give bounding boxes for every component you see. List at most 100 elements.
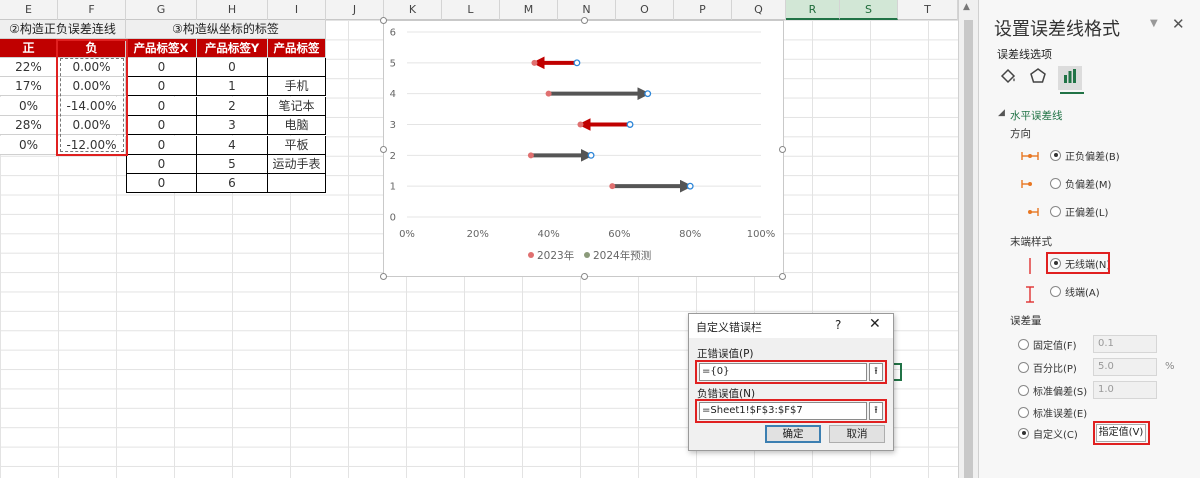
table-cell[interactable]: 0% — [0, 96, 58, 116]
chart-resize-handle-tc[interactable] — [581, 17, 588, 24]
direction-both-option[interactable]: 正负偏差(B) — [1050, 147, 1120, 163]
column-header-s[interactable]: S — [840, 0, 898, 20]
radio[interactable] — [1050, 205, 1061, 217]
scroll-up-icon[interactable]: ▲ — [963, 2, 970, 12]
column-header-o[interactable]: O — [616, 0, 674, 20]
table-cell[interactable]: 5 — [197, 155, 268, 174]
amount-stddev-option[interactable]: 标准偏差(S) — [1018, 382, 1087, 398]
highlight-specify-value — [1093, 421, 1150, 445]
amount-fixed-option[interactable]: 固定值(F) — [1018, 336, 1077, 352]
column-header-j[interactable]: J — [326, 0, 384, 20]
chart-resize-handle-tl[interactable] — [380, 17, 387, 24]
fill-line-icon[interactable] — [996, 66, 1020, 90]
radio[interactable] — [1018, 384, 1029, 396]
radio[interactable] — [1018, 338, 1029, 350]
effects-pentagon-icon[interactable] — [1026, 66, 1050, 90]
table-cell[interactable]: 0 — [126, 135, 197, 155]
amount-stderr-option[interactable]: 标准误差(E) — [1018, 404, 1087, 420]
table-cell[interactable]: 3 — [197, 116, 268, 136]
header-label[interactable]: 产品标签 — [268, 39, 326, 58]
vertical-scrollbar[interactable]: ▲ — [958, 0, 978, 478]
bar-chart-options-icon[interactable] — [1058, 66, 1082, 90]
table-cell[interactable]: 6 — [197, 174, 268, 194]
fixed-value-input[interactable]: 0.1 — [1093, 335, 1157, 353]
horizontal-error-bar-section[interactable]: 水平误差线 — [1010, 108, 1063, 123]
chart-resize-handle-br[interactable] — [779, 273, 786, 280]
custom-error-bars-dialog[interactable]: 自定义错误栏 ? ✕ 正错误值(P) ={0} ⭱ 负错误值(N) =Sheet… — [688, 313, 894, 451]
amount-custom-option[interactable]: 自定义(C) — [1018, 425, 1078, 441]
table-cell[interactable] — [268, 58, 326, 77]
ok-button[interactable]: 确定 — [765, 425, 821, 443]
spreadsheet[interactable]: E F G H I J K L M N O P Q R S T ②构造正负误差连… — [0, 0, 958, 478]
end-style-cap-option[interactable]: 线端(A) — [1050, 283, 1100, 299]
table-cell[interactable]: 0 — [126, 77, 197, 97]
stddev-value-input[interactable]: 1.0 — [1093, 381, 1157, 399]
table-cell[interactable]: 17% — [0, 77, 58, 97]
column-header-m[interactable]: M — [500, 0, 558, 20]
table-cell[interactable]: 0% — [0, 135, 58, 155]
column-header-n[interactable]: N — [558, 0, 616, 20]
close-icon[interactable]: ✕ — [1172, 15, 1185, 33]
chart-resize-handle-ml[interactable] — [380, 146, 387, 153]
scatter-chart[interactable]: 0 1 2 3 4 5 6 0% 20% 40% 60% 80% 100% 2023年 2024年预测 — [380, 17, 786, 280]
cap-icon — [1026, 286, 1034, 303]
table-cell[interactable]: 平板 — [268, 135, 326, 155]
table-cell[interactable]: 0 — [126, 96, 197, 116]
chart-resize-handle-bl[interactable] — [380, 273, 387, 280]
radio[interactable] — [1018, 361, 1029, 373]
amount-percent-option[interactable]: 百分比(P) — [1018, 359, 1077, 375]
column-header-r[interactable]: R — [786, 0, 840, 20]
column-header-i[interactable]: I — [268, 0, 326, 20]
close-icon[interactable]: ✕ — [869, 316, 881, 332]
radio[interactable] — [1018, 406, 1029, 418]
table-cell[interactable]: 0 — [126, 116, 197, 136]
column-header-h[interactable]: H — [197, 0, 268, 20]
header-positive[interactable]: 正 — [0, 39, 58, 58]
table-cell[interactable]: 0 — [197, 58, 268, 77]
highlight-negative-input — [695, 399, 887, 423]
active-cell-indicator — [894, 363, 902, 381]
column-header-e[interactable]: E — [0, 0, 58, 20]
table-cell[interactable]: 笔记本 — [268, 96, 326, 116]
column-header-f[interactable]: F — [58, 0, 126, 20]
table-cell[interactable]: 2 — [197, 96, 268, 116]
table-cell[interactable]: 4 — [197, 135, 268, 155]
direction-plus-option[interactable]: 正偏差(L) — [1050, 203, 1108, 219]
error-bar-options-tab[interactable]: 误差线选项 — [997, 46, 1052, 62]
column-header-p[interactable]: P — [674, 0, 732, 20]
header-label-y[interactable]: 产品标签Y — [197, 39, 268, 58]
radio-selected[interactable] — [1050, 149, 1061, 161]
column-header-q[interactable]: Q — [732, 0, 786, 20]
column-header-t[interactable]: T — [898, 0, 958, 20]
chart-resize-handle-bc[interactable] — [581, 273, 588, 280]
table-cell[interactable]: 1 — [197, 77, 268, 97]
table-cell[interactable]: 28% — [0, 116, 58, 136]
percent-value-input[interactable]: 5.0 — [1093, 358, 1157, 376]
direction-minus-option[interactable]: 负偏差(M) — [1050, 175, 1111, 191]
table-cell[interactable]: 手机 — [268, 77, 326, 97]
collapse-arrow-icon[interactable]: ◢ — [998, 108, 1005, 118]
group-title-error-lines[interactable]: ②构造正负误差连线 — [0, 20, 126, 39]
y-tick-label: 0 — [390, 213, 396, 224]
chart-resize-handle-mr[interactable] — [779, 146, 786, 153]
column-header-l[interactable]: L — [442, 0, 500, 20]
radio[interactable] — [1050, 285, 1061, 297]
dialog-titlebar[interactable]: 自定义错误栏 ? ✕ — [689, 314, 893, 338]
help-button[interactable]: ? — [835, 318, 841, 332]
radio-selected[interactable] — [1018, 427, 1029, 439]
table-cell[interactable]: 运动手表 — [268, 155, 326, 174]
table-cell[interactable]: 0 — [126, 174, 197, 194]
cancel-button[interactable]: 取消 — [829, 425, 885, 443]
table-cell[interactable] — [268, 174, 326, 194]
header-label-x[interactable]: 产品标签X — [126, 39, 197, 58]
table-cell[interactable]: 电脑 — [268, 116, 326, 136]
column-header-g[interactable]: G — [126, 0, 197, 20]
column-header-k[interactable]: K — [384, 0, 442, 20]
group-title-axis-labels[interactable]: ③构造纵坐标的标签 — [126, 20, 326, 39]
scrollbar-thumb[interactable] — [964, 20, 973, 478]
table-cell[interactable]: 22% — [0, 58, 58, 77]
radio[interactable] — [1050, 177, 1061, 189]
table-cell[interactable]: 0 — [126, 155, 197, 174]
table-cell[interactable]: 0 — [126, 58, 197, 77]
chevron-down-icon[interactable]: ▼ — [1150, 18, 1158, 29]
